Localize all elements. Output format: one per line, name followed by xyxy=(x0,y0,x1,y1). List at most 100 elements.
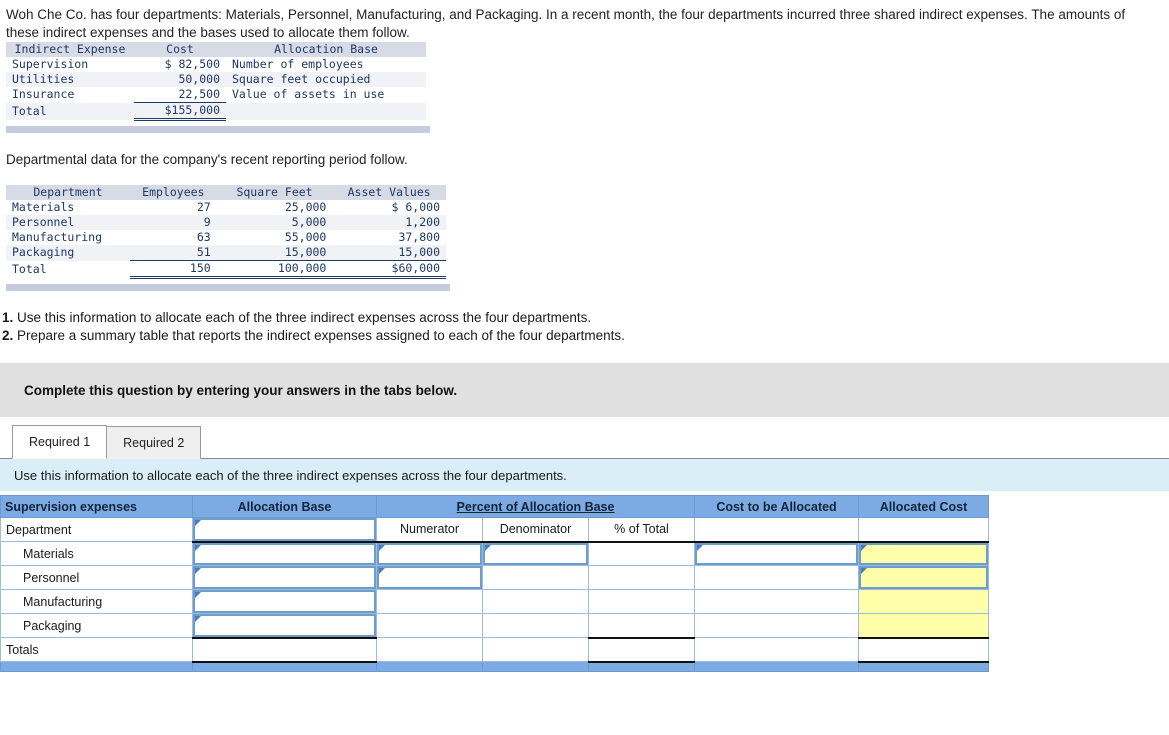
grid-subheader-percent-of-total: % of Total xyxy=(587,517,696,542)
col-header-cost: Cost xyxy=(134,42,226,57)
expense-cost: 50,000 xyxy=(134,72,226,87)
cell-numerator-materials[interactable] xyxy=(376,540,483,566)
tab-required-2[interactable]: Required 2 xyxy=(106,426,202,459)
dept-sqft: 5,000 xyxy=(216,215,333,230)
cell-allocation-base-totals[interactable] xyxy=(192,636,377,663)
table-header-row: Indirect Expense Cost Allocation Base xyxy=(6,42,426,57)
grid-cell-allocation-base-subrow[interactable] xyxy=(192,517,377,542)
expense-cost: 22,500 xyxy=(134,87,226,103)
cell-allocated-cost-manufacturing[interactable] xyxy=(858,589,990,614)
total-label: Total xyxy=(6,102,134,120)
cell-numerator-personnel[interactable] xyxy=(376,565,483,590)
input-percent-materials[interactable] xyxy=(589,542,695,565)
dept-assets: 15,000 xyxy=(332,245,446,261)
department-table-footer-bar xyxy=(6,284,450,291)
input-allocated-cost-packaging[interactable] xyxy=(859,614,989,637)
requirement-number: 2. xyxy=(2,328,14,343)
cell-denominator-manufacturing[interactable] xyxy=(482,589,589,614)
input-allocation-base-materials[interactable] xyxy=(193,542,376,565)
dept-employees: 63 xyxy=(129,230,217,245)
input-percent-packaging[interactable] xyxy=(589,614,695,637)
cell-cost-to-allocate-manufacturing[interactable] xyxy=(694,589,860,614)
cell-cost-to-allocate-packaging[interactable] xyxy=(694,613,860,638)
input-allocation-base-packaging[interactable] xyxy=(193,614,376,637)
table-row: Materials xyxy=(0,540,990,566)
dept-assets: 37,800 xyxy=(332,230,446,245)
cell-allocated-cost-packaging[interactable] xyxy=(858,613,990,639)
department-data-table: Department Employees Square Feet Asset V… xyxy=(6,185,446,284)
dept-name: Packaging xyxy=(6,245,130,261)
input-numerator-materials[interactable] xyxy=(377,542,482,565)
cell-allocation-base-materials[interactable] xyxy=(192,540,377,566)
grid-header-allocated-cost: Allocated Cost xyxy=(858,495,990,518)
grid-header-percent-of-allocation-base: Percent of Allocation Base xyxy=(375,495,696,518)
table-row: Supervision $ 82,500 Number of employees xyxy=(6,57,426,72)
indirect-expense-table: Indirect Expense Cost Allocation Base Su… xyxy=(6,42,426,126)
cell-allocated-cost-materials[interactable] xyxy=(858,540,990,566)
input-cost-to-allocate-packaging[interactable] xyxy=(695,614,859,637)
cell-allocated-cost-totals[interactable] xyxy=(858,637,990,663)
col-header-asset-values: Asset Values xyxy=(332,185,446,200)
total-numerator xyxy=(377,638,482,661)
input-allocated-cost-materials[interactable] xyxy=(859,542,989,565)
total-allocated-cost[interactable] xyxy=(859,638,989,661)
input-numerator-manufacturing[interactable] xyxy=(377,590,482,613)
cell-allocation-base-packaging[interactable] xyxy=(192,613,377,638)
cell-numerator-packaging[interactable] xyxy=(376,613,483,638)
cell-allocation-base-manufacturing[interactable] xyxy=(192,589,377,614)
cell-numerator-manufacturing[interactable] xyxy=(376,589,483,614)
total-percent[interactable] xyxy=(589,638,695,661)
tab-required-1[interactable]: Required 1 xyxy=(12,425,108,459)
input-denominator-packaging[interactable] xyxy=(483,614,588,637)
expense-name: Insurance xyxy=(6,87,134,103)
input-cost-to-allocate-materials[interactable] xyxy=(695,542,859,565)
input-allocated-cost-manufacturing[interactable] xyxy=(859,590,989,613)
input-allocation-base-personnel[interactable] xyxy=(193,566,376,589)
cell-allocated-cost-personnel[interactable] xyxy=(858,565,990,590)
table-row: Manufacturing 63 55,000 37,800 xyxy=(6,230,446,245)
input-allocation-base-header[interactable] xyxy=(193,518,376,541)
input-numerator-packaging[interactable] xyxy=(377,614,482,637)
table-total-row: Total $155,000 xyxy=(6,102,426,121)
cell-percent-packaging[interactable] xyxy=(587,613,696,639)
cell-cost-to-allocate-personnel[interactable] xyxy=(694,565,860,590)
cell-allocation-base-personnel[interactable] xyxy=(192,565,377,590)
grid-cell-cost-to-allocate-subrow xyxy=(694,517,860,542)
cell-percent-personnel[interactable] xyxy=(587,565,696,590)
cell-denominator-personnel[interactable] xyxy=(482,565,589,590)
cell-denominator-totals xyxy=(482,637,589,662)
input-cost-to-allocate-manufacturing[interactable] xyxy=(695,590,859,613)
cell-percent-manufacturing[interactable] xyxy=(587,589,696,614)
total-cost-to-allocate xyxy=(695,638,859,661)
input-numerator-personnel[interactable] xyxy=(377,566,482,589)
cell-cost-to-allocate-materials[interactable] xyxy=(694,540,860,566)
table-row: Personnel xyxy=(0,565,990,590)
dept-sqft: 25,000 xyxy=(216,200,333,215)
tab-strip: Required 1 Required 2 xyxy=(0,417,1169,459)
input-allocated-cost-personnel[interactable] xyxy=(859,566,989,589)
grid-header-row: Supervision expenses Allocation Base Per… xyxy=(0,495,990,518)
requirement-text: Prepare a summary table that reports the… xyxy=(17,328,625,343)
cell-denominator-materials[interactable] xyxy=(482,540,589,566)
row-label-totals: Totals xyxy=(0,637,193,662)
input-percent-manufacturing[interactable] xyxy=(589,590,695,613)
table-row: Personnel 9 5,000 1,200 xyxy=(6,215,446,230)
grid-header-allocation-base: Allocation Base xyxy=(192,495,377,518)
grid-bottom-strip xyxy=(0,661,990,672)
input-cost-to-allocate-personnel[interactable] xyxy=(695,566,859,589)
input-denominator-personnel[interactable] xyxy=(483,566,588,589)
input-percent-personnel[interactable] xyxy=(589,566,695,589)
requirement-text: Use this information to allocate each of… xyxy=(17,310,592,325)
cell-denominator-packaging[interactable] xyxy=(482,613,589,638)
input-allocation-base-manufacturing[interactable] xyxy=(193,590,376,613)
cell-percent-materials[interactable] xyxy=(587,540,696,566)
grid-subheader-department: Department xyxy=(0,517,193,542)
cell-percent-totals[interactable] xyxy=(587,637,696,663)
bottom-strip-cell xyxy=(376,661,483,672)
total-allocation-base[interactable] xyxy=(193,638,376,661)
total-assets: $60,000 xyxy=(332,260,446,279)
total-employees: 150 xyxy=(129,260,217,279)
input-denominator-manufacturing[interactable] xyxy=(483,590,588,613)
input-denominator-materials[interactable] xyxy=(483,542,588,565)
dept-name: Materials xyxy=(6,200,130,215)
